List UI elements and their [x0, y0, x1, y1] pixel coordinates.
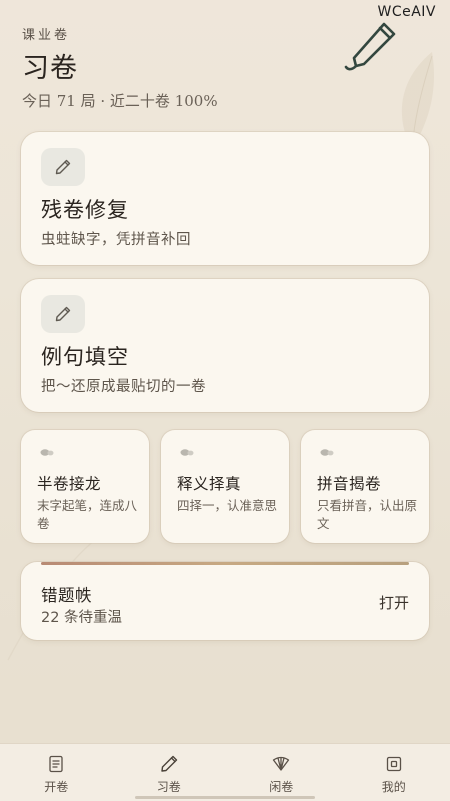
- card-icon-box: [41, 148, 85, 186]
- nav-item-profile[interactable]: 我的: [338, 744, 450, 801]
- scroll-icon: [46, 754, 66, 774]
- mode-half-scroll-chain[interactable]: 半卷接龙 末字起笔，连成八卷: [21, 430, 149, 543]
- mode-title: 拼音揭卷: [317, 472, 381, 494]
- nav-item-practice[interactable]: 习卷: [113, 744, 226, 801]
- nav-label: 我的: [382, 778, 406, 795]
- fan-icon: [271, 754, 291, 774]
- section-label: 课业卷: [22, 24, 70, 43]
- mistake-collection-card[interactable]: 错题帙 22 条待重温 打开: [21, 562, 429, 640]
- nav-label: 习卷: [157, 778, 181, 795]
- mode-pinyin-reveal[interactable]: 拼音揭卷 只看拼音，认出原文: [301, 430, 429, 543]
- mode-subtitle: 四择一，认准意思: [177, 497, 277, 515]
- mistake-count: 22 条待重温: [41, 606, 122, 627]
- ink-dot-icon: [180, 448, 194, 456]
- mode-meaning-choice[interactable]: 释义择真 四择一，认准意思: [161, 430, 289, 543]
- card-icon-box: [41, 295, 85, 333]
- mode-title: 释义择真: [177, 472, 241, 494]
- card-subtitle: 把～还原成最贴切的一卷: [41, 375, 206, 396]
- nav-item-leisure[interactable]: 闲卷: [225, 744, 338, 801]
- ink-dot-icon: [40, 448, 54, 456]
- pencil-icon: [54, 305, 72, 323]
- brush-logo-icon: [344, 20, 398, 74]
- open-button[interactable]: 打开: [379, 592, 409, 613]
- nav-label: 开卷: [44, 778, 68, 795]
- card-scroll-repair[interactable]: 残卷修复 虫蛀缺字，凭拼音补回: [21, 132, 429, 265]
- pencil-icon: [54, 158, 72, 176]
- profile-icon: [384, 754, 404, 774]
- mode-title: 半卷接龙: [37, 472, 101, 494]
- daily-stats: 今日 71 局 · 近二十卷 100%: [22, 90, 218, 111]
- accent-line: [41, 562, 409, 565]
- pencil-icon: [159, 754, 179, 774]
- card-subtitle: 虫蛀缺字，凭拼音补回: [41, 228, 191, 249]
- ink-dot-icon: [320, 448, 334, 456]
- mode-subtitle: 末字起笔，连成八卷: [37, 497, 137, 533]
- page-title: 习卷: [22, 46, 78, 85]
- home-indicator: [135, 796, 315, 799]
- card-title: 残卷修复: [41, 194, 129, 224]
- card-title: 例句填空: [41, 341, 129, 371]
- nav-item-open-scroll[interactable]: 开卷: [0, 744, 113, 801]
- nav-label: 闲卷: [269, 778, 293, 795]
- bottom-nav: 开卷 习卷 闲卷 我的: [0, 743, 450, 801]
- mode-subtitle: 只看拼音，认出原文: [317, 497, 417, 533]
- watermark: WCeAIV: [377, 4, 436, 20]
- card-sentence-fill[interactable]: 例句填空 把～还原成最贴切的一卷: [21, 279, 429, 412]
- mistake-title: 错题帙: [41, 582, 92, 606]
